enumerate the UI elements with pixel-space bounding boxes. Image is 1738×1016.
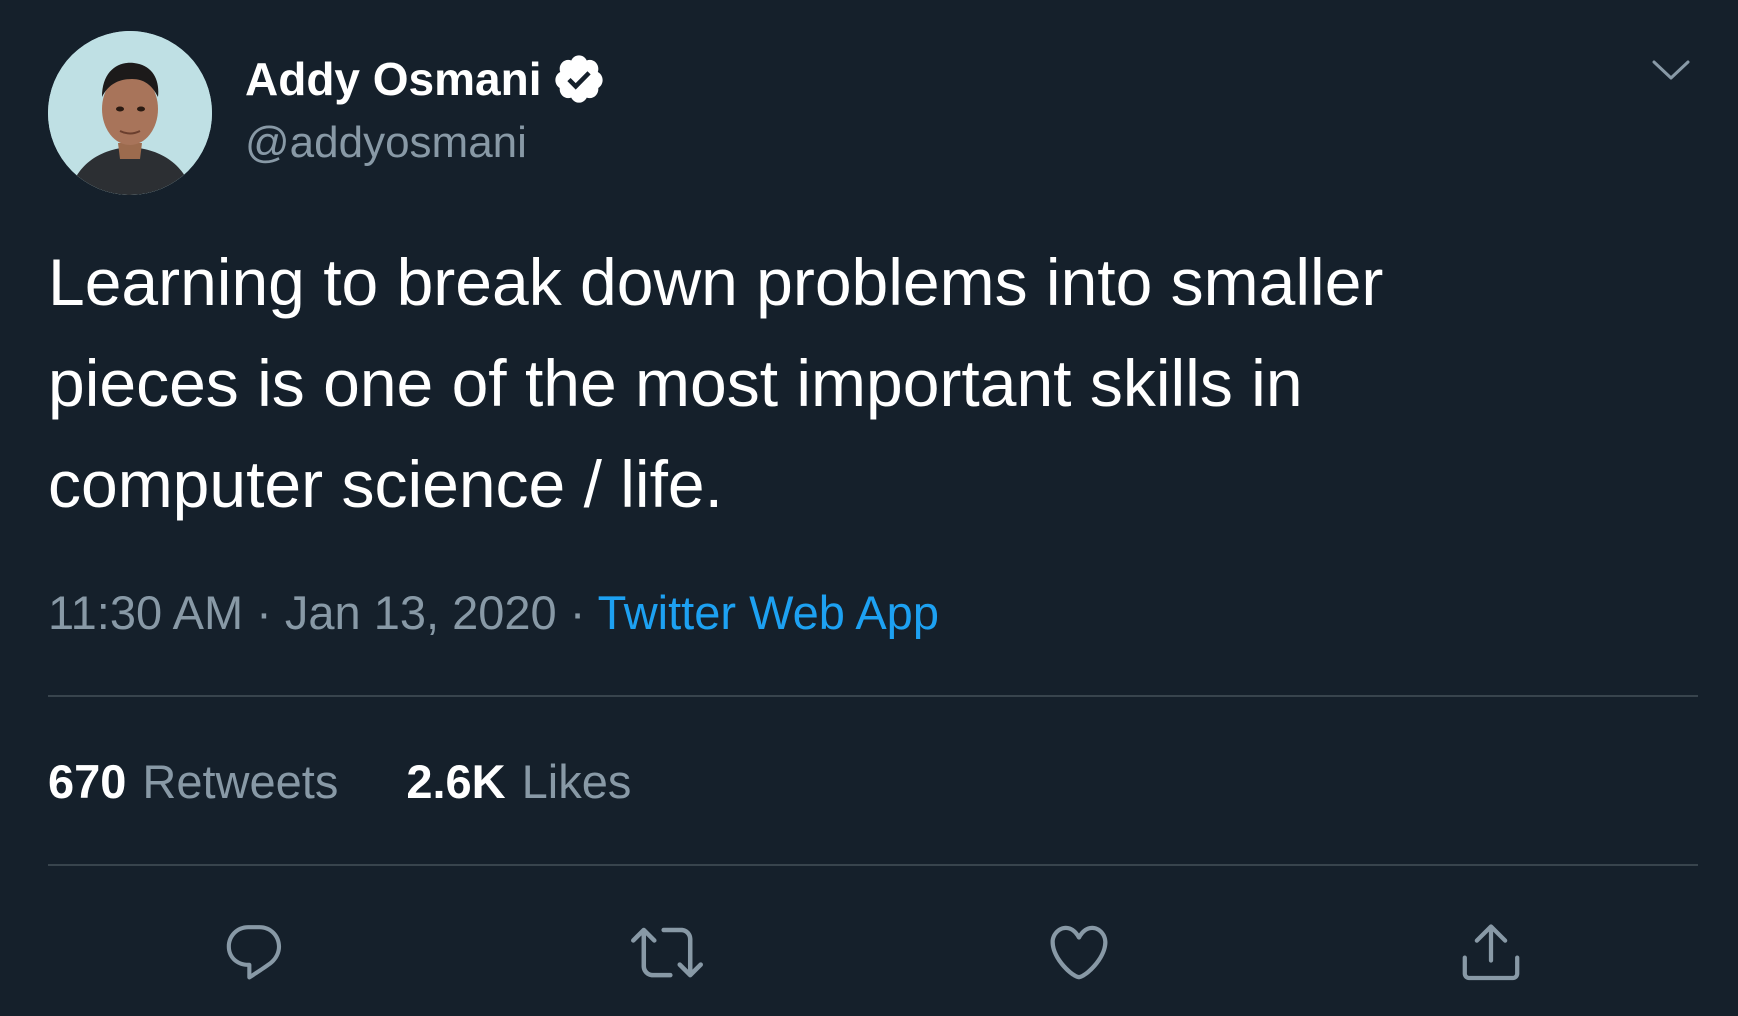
share-button[interactable] xyxy=(1451,912,1531,992)
tweet-text-line: computer science / life. xyxy=(48,447,723,521)
tweet-time[interactable]: 11:30 AM xyxy=(48,586,243,639)
tweet-text-line: Learning to break down problems into sma… xyxy=(48,245,1384,319)
tweet-text: Learning to break down problems into sma… xyxy=(48,232,1648,535)
retweets-label: Retweets xyxy=(142,755,339,808)
likes-stat[interactable]: 2.6K Likes xyxy=(406,749,631,815)
avatar-photo xyxy=(48,31,212,195)
meta-separator: · xyxy=(256,586,272,639)
retweet-icon xyxy=(631,927,703,978)
tweet-card: Addy Osmani @addyosmani Learning to brea… xyxy=(0,0,1738,1016)
verified-badge-icon xyxy=(552,52,606,106)
author-handle[interactable]: @addyosmani xyxy=(245,111,527,175)
chevron-down-icon xyxy=(1652,60,1690,80)
like-button[interactable] xyxy=(1039,912,1119,992)
tweet-source-link[interactable]: Twitter Web App xyxy=(598,586,939,639)
likes-count: 2.6K xyxy=(406,755,506,808)
tweet-date[interactable]: Jan 13, 2020 xyxy=(285,586,557,639)
retweets-count: 670 xyxy=(48,755,127,808)
avatar[interactable] xyxy=(48,31,212,195)
more-options-button[interactable] xyxy=(1646,46,1696,96)
tweet-text-line: pieces is one of the most important skil… xyxy=(48,346,1303,420)
tweet-stats: 670 Retweets 2.6K Likes xyxy=(48,749,699,815)
reply-icon xyxy=(226,925,282,980)
likes-label: Likes xyxy=(521,755,632,808)
heart-icon xyxy=(1050,925,1108,980)
reply-button[interactable] xyxy=(214,912,294,992)
divider xyxy=(48,864,1698,866)
meta-separator: · xyxy=(569,586,586,639)
share-icon xyxy=(1462,924,1520,981)
retweets-stat[interactable]: 670 Retweets xyxy=(48,749,338,815)
retweet-button[interactable] xyxy=(627,912,707,992)
divider xyxy=(48,695,1698,697)
tweet-actions xyxy=(0,912,1738,992)
author-name[interactable]: Addy Osmani xyxy=(245,44,542,114)
author-name-row[interactable]: Addy Osmani xyxy=(245,44,606,114)
tweet-metadata: 11:30 AM · Jan 13, 2020 · Twitter Web Ap… xyxy=(48,580,939,646)
